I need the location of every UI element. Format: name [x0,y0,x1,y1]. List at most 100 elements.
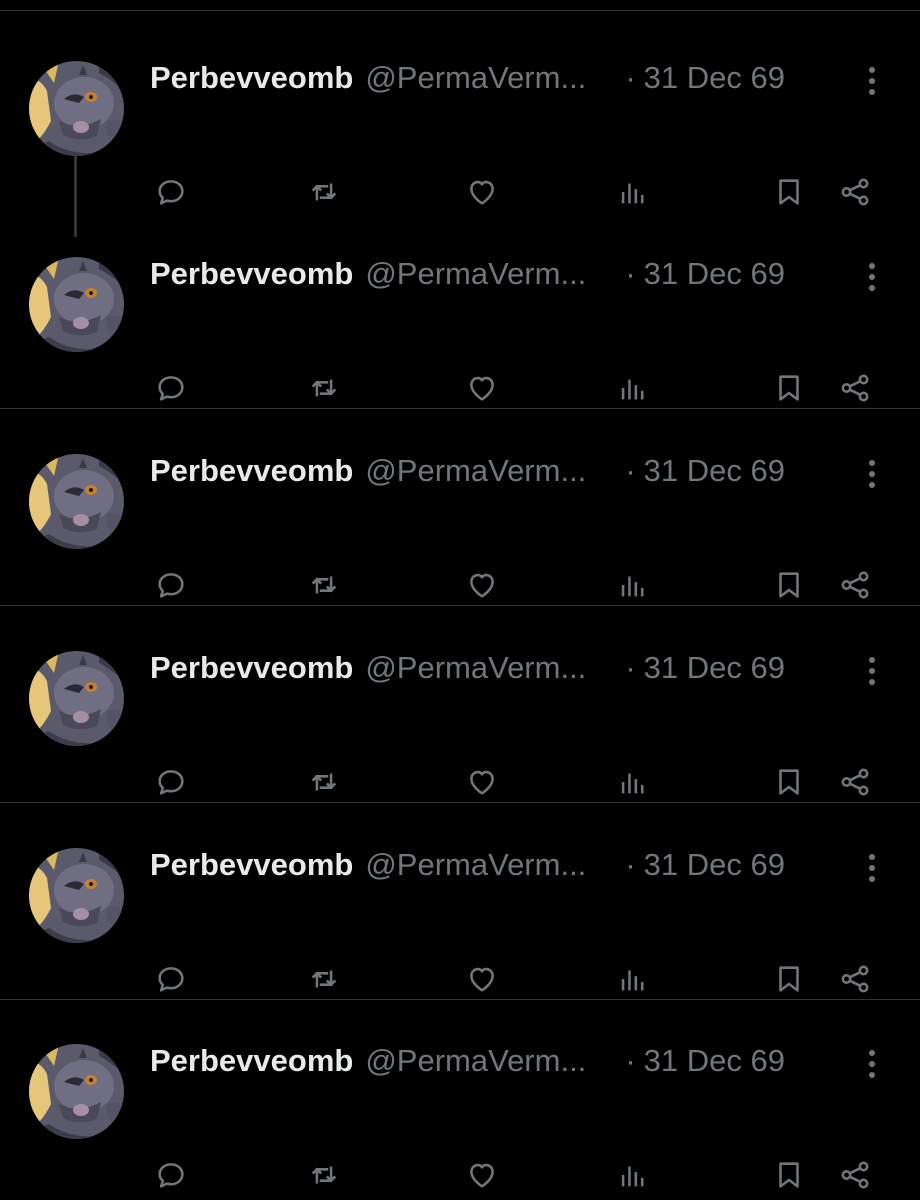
views-button[interactable] [612,761,654,803]
repost-button[interactable] [303,367,345,409]
reply-icon [158,967,184,992]
repost-icon [311,183,337,201]
reply-button[interactable] [150,761,192,803]
post[interactable]: Perbevveomb @PermaVerm... · 31 Dec 69 [0,606,920,803]
avatar[interactable] [29,848,124,943]
like-button[interactable] [461,171,503,213]
user-handle[interactable]: @PermaVerm... [365,1041,611,1081]
like-button[interactable] [461,1154,503,1196]
like-button[interactable] [461,958,503,1000]
views-button[interactable] [612,564,654,606]
display-name[interactable]: Perbevveomb [150,254,353,294]
separator-dot: · [625,60,636,95]
analytics-icon [621,1166,644,1187]
avatar-image [29,454,124,549]
post[interactable]: Perbevveomb @PermaVerm... · 31 Dec 69 [0,409,920,606]
avatar[interactable] [29,651,124,746]
more-button[interactable] [856,654,888,688]
share-button[interactable] [834,1154,876,1196]
repost-button[interactable] [303,1154,345,1196]
action-bar [0,1154,920,1196]
bookmark-button[interactable] [768,761,810,803]
post[interactable]: Perbevveomb @PermaVerm... · 31 Dec 69 [0,16,920,213]
post-date[interactable]: 31 Dec 69 [644,845,785,885]
repost-button[interactable] [303,564,345,606]
action-bar [0,958,920,1000]
post-date[interactable]: 31 Dec 69 [644,1041,785,1081]
display-name[interactable]: Perbevveomb [150,1041,353,1081]
user-handle[interactable]: @PermaVerm... [365,254,611,294]
post-header: Perbevveomb @PermaVerm... · 31 Dec 69 [150,1041,850,1081]
repost-icon [311,1166,337,1184]
user-handle[interactable]: @PermaVerm... [365,58,611,98]
repost-button[interactable] [303,958,345,1000]
post[interactable]: Perbevveomb @PermaVerm... · 31 Dec 69 [0,212,920,409]
bookmark-button[interactable] [768,1154,810,1196]
share-icon [841,178,869,206]
heart-icon [470,376,494,401]
share-icon [841,768,869,796]
more-vertical-icon [869,263,875,291]
bookmark-button[interactable] [768,171,810,213]
reply-icon [158,376,184,401]
user-handle[interactable]: @PermaVerm... [365,648,611,688]
avatar[interactable] [29,1044,124,1139]
like-button[interactable] [461,761,503,803]
repost-button[interactable] [303,171,345,213]
views-button[interactable] [612,171,654,213]
analytics-icon [621,379,644,400]
post-date[interactable]: 31 Dec 69 [644,451,785,491]
avatar[interactable] [29,257,124,352]
more-button[interactable] [856,1047,888,1081]
repost-button[interactable] [303,761,345,803]
share-button[interactable] [834,171,876,213]
more-button[interactable] [856,64,888,98]
reply-button[interactable] [150,171,192,213]
reply-button[interactable] [150,958,192,1000]
avatar[interactable] [29,454,124,549]
reply-button[interactable] [150,367,192,409]
post-date[interactable]: 31 Dec 69 [644,254,785,294]
more-button[interactable] [856,457,888,491]
share-button[interactable] [834,367,876,409]
separator-dot: · [625,453,636,488]
more-vertical-icon [869,657,875,685]
share-button[interactable] [834,761,876,803]
share-button[interactable] [834,564,876,606]
bookmark-button[interactable] [768,958,810,1000]
separator-dot: · [625,650,636,685]
views-button[interactable] [612,1154,654,1196]
display-name[interactable]: Perbevveomb [150,845,353,885]
reply-button[interactable] [150,1154,192,1196]
bookmark-icon [779,769,799,795]
bookmark-button[interactable] [768,367,810,409]
share-icon [841,965,869,993]
post[interactable]: Perbevveomb @PermaVerm... · 31 Dec 69 [0,999,920,1196]
post-date[interactable]: 31 Dec 69 [644,58,785,98]
display-name[interactable]: Perbevveomb [150,58,353,98]
reply-button[interactable] [150,564,192,606]
views-button[interactable] [612,958,654,1000]
avatar-image [29,848,124,943]
more-button[interactable] [856,260,888,294]
share-button[interactable] [834,958,876,1000]
separator-dot: · [625,256,636,291]
heart-icon [470,770,494,795]
post-date[interactable]: 31 Dec 69 [644,648,785,688]
like-button[interactable] [461,367,503,409]
display-name[interactable]: Perbevveomb [150,451,353,491]
post[interactable]: Perbevveomb @PermaVerm... · 31 Dec 69 [0,803,920,1000]
display-name[interactable]: Perbevveomb [150,648,353,688]
more-button[interactable] [856,851,888,885]
avatar-image [29,651,124,746]
bookmark-button[interactable] [768,564,810,606]
views-button[interactable] [612,367,654,409]
bookmark-icon [779,966,799,992]
action-bar [0,761,920,803]
post-header: Perbevveomb @PermaVerm... · 31 Dec 69 [150,648,850,688]
avatar[interactable] [29,61,124,156]
user-handle[interactable]: @PermaVerm... [365,451,611,491]
analytics-icon [621,970,644,991]
like-button[interactable] [461,564,503,606]
user-handle[interactable]: @PermaVerm... [365,845,611,885]
